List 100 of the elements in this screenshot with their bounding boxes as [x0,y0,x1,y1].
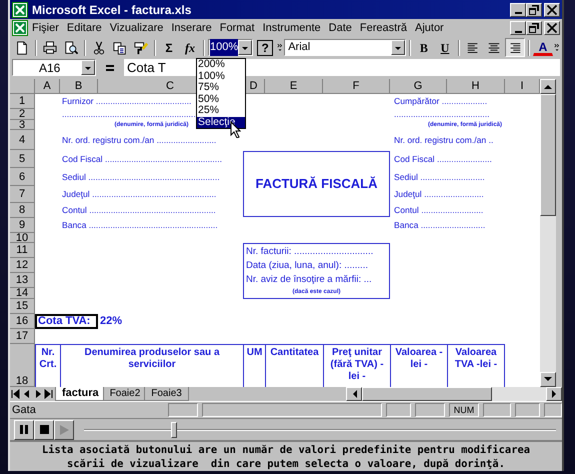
font-combo[interactable]: Arial [284,39,406,56]
row-header[interactable]: 12 [10,258,35,273]
form-field-label: Cod Fiscal ....................... [393,154,492,164]
form-field-label: Cod Fiscal ................................................. [61,154,222,164]
column-header[interactable]: G [390,79,447,94]
close-button[interactable] [544,2,560,16]
new-document-icon [15,40,29,56]
row-header[interactable]: 2 [10,109,35,120]
column-header[interactable]: I [505,79,540,94]
combo-value: Arial [288,40,310,56]
row-header[interactable]: 4 [10,130,35,150]
function-button[interactable]: fx [180,38,200,57]
row-header[interactable]: 6 [10,168,35,186]
first-sheet-icon[interactable] [11,388,20,398]
menu-item[interactable]: Editare [62,20,106,36]
next-sheet-icon[interactable] [33,388,42,398]
row-header[interactable]: 14 [10,288,35,299]
excel-icon [12,20,28,36]
zoom-option[interactable]: 200% [197,59,245,70]
menu-item[interactable]: Inserare [167,20,216,36]
row-header[interactable]: 3 [10,120,35,130]
form-field-label: Nr. ord. registru com./an .. [393,136,494,144]
row-header[interactable]: 17 [10,329,35,344]
scroll-right-button[interactable] [546,387,562,401]
form-field-label: Judeţul .................................................... [61,190,216,199]
scroll-up-button[interactable] [540,79,556,94]
column-header[interactable]: E [265,79,323,94]
zoom-option[interactable]: 25% [197,105,245,116]
pause-icon [18,424,30,436]
font-color-button[interactable]: A [532,39,553,56]
minimize-icon [514,12,522,14]
row-header[interactable]: 15 [10,299,35,314]
underline-button[interactable]: U [434,38,455,57]
scrollbar-thumb[interactable] [540,94,556,216]
active-cell[interactable]: Cota TVA: [35,314,98,329]
arrow-right-icon [552,390,556,398]
menu-item[interactable]: Vizualizare [106,20,168,36]
minimize-button[interactable] [510,21,526,35]
scroll-left-button[interactable] [346,387,362,401]
arrow-down-icon [544,377,552,382]
zoom-option[interactable]: Selecţie [197,116,245,128]
row-header[interactable]: 11 [10,243,35,258]
scrollbar-thumb[interactable] [362,387,492,401]
name-box[interactable]: A16 [12,59,96,76]
zoom-option[interactable]: 75% [197,82,245,94]
row-header[interactable]: 5 [10,150,35,168]
brush-icon [134,40,148,56]
row-header[interactable]: 7 [10,186,35,203]
form-field-label: Contul .......................... [393,206,484,215]
slider-thumb[interactable] [170,422,177,438]
row-header[interactable]: 18 [10,344,35,387]
zoom-option[interactable]: 50% [197,94,245,105]
row-header[interactable]: 13 [10,273,35,288]
help-button[interactable]: ? [257,40,274,56]
form-field-label: Cumpărător ................... [393,97,488,106]
menu-item[interactable]: Format [216,20,259,36]
menu-item[interactable]: Instrumente [258,20,325,36]
close-button[interactable] [544,21,560,35]
invoice-title: FACTURĂ FISCALĂ [243,151,390,217]
align-right-icon-button[interactable] [504,38,525,57]
column-header[interactable]: A [35,79,60,94]
menu-item[interactable]: Fereastră [356,20,411,36]
restore-button[interactable] [526,21,542,35]
form-field-label: Contul ..................................................... [61,206,216,215]
form-field-label: Nr. facturii: .............................. [246,247,374,257]
row-header[interactable]: 9 [10,218,35,233]
equals-icon [104,62,116,72]
window-title: Microsoft Excel - factura.xls [32,2,192,18]
pause-button[interactable] [14,420,34,440]
minimize-button[interactable] [510,2,526,16]
caption-text: Lista asociată butonului are un număr de valori predefinite pentru modificarea [41,443,531,457]
row-header[interactable]: 10 [10,233,35,243]
restore-button[interactable] [526,2,542,16]
bold-button[interactable]: B [414,38,434,57]
row-header[interactable]: 8 [10,203,35,218]
menu-item[interactable]: Ajutor [410,20,448,36]
sheet-tab[interactable]: Foaie3 [144,387,189,401]
form-field-label: Sediul ........................... [393,172,485,182]
zoom-combo[interactable]: 100% [208,39,254,56]
column-header[interactable]: F [323,79,390,94]
scissors-icon [92,40,106,56]
combo-value: 100% [210,39,238,56]
menu-item[interactable]: Fişier [28,20,63,36]
sheet-tab[interactable]: factura [55,387,106,401]
scroll-down-button[interactable] [540,372,556,387]
column-header[interactable]: B [60,79,98,94]
form-field-label: Furnizor ........................................ [61,97,192,106]
restore-icon [529,4,539,14]
column-header[interactable]: H [447,79,505,94]
last-sheet-icon[interactable] [44,388,53,398]
row-header[interactable]: 1 [10,94,35,109]
minimize-icon [514,30,522,32]
form-field-label: ........................................ [393,110,490,119]
close-icon [547,23,557,33]
stop-button[interactable] [34,420,54,440]
row-header[interactable]: 16 [10,314,35,329]
autosum-button[interactable]: Σ [159,38,179,57]
menu-item[interactable]: Date [324,20,356,36]
form-field-label: Banca ........................... [393,221,486,230]
previous-sheet-icon[interactable] [22,388,31,398]
